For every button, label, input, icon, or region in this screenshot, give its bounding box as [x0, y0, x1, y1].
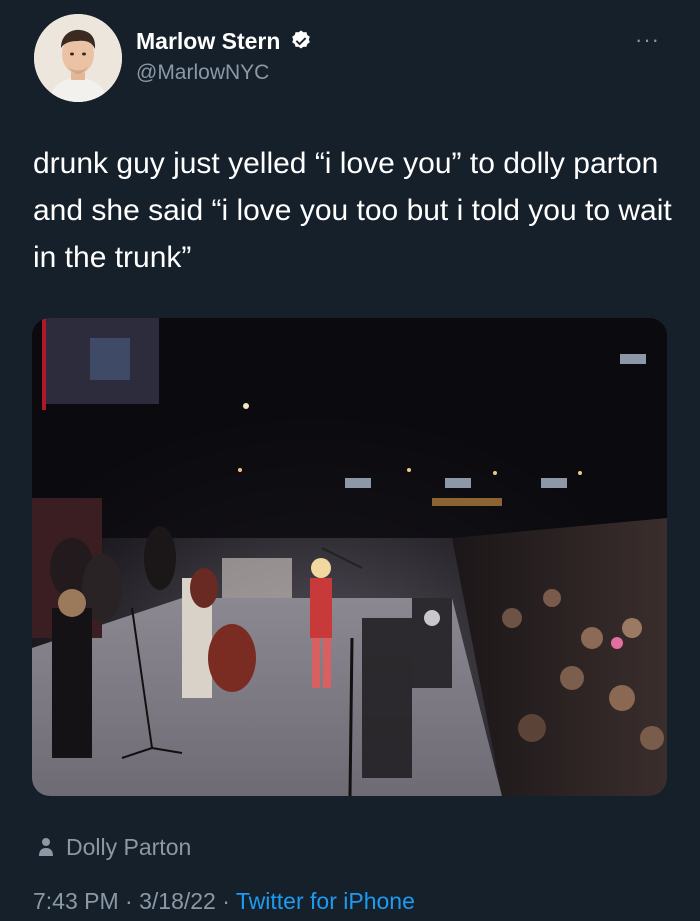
tagged-person-name[interactable]: Dolly Parton — [66, 834, 191, 861]
display-name[interactable]: Marlow Stern — [136, 26, 280, 56]
tweet-source-link[interactable]: Twitter for iPhone — [236, 888, 415, 914]
tweet-photo[interactable] — [32, 318, 667, 796]
meta-separator: · — [125, 888, 133, 914]
avatar[interactable] — [34, 14, 122, 102]
meta-separator: · — [222, 888, 230, 914]
tweet-time[interactable]: 7:43 PM — [33, 888, 119, 914]
person-icon — [39, 838, 53, 856]
tweet-meta: 7:43 PM · 3/18/22 · Twitter for iPhone — [33, 884, 415, 918]
handle[interactable]: @MarlowNYC — [136, 58, 313, 88]
tweet-text: drunk guy just yelled “i love you” to do… — [33, 147, 672, 274]
more-icon[interactable]: ··· — [635, 29, 660, 51]
tweet-card: Marlow Stern @MarlowNYC ··· drunk guy ju… — [0, 0, 700, 921]
author-block: Marlow Stern @MarlowNYC — [136, 26, 313, 88]
verified-badge-icon — [292, 30, 310, 49]
avatar-image — [34, 14, 122, 102]
tweet-date[interactable]: 3/18/22 — [139, 888, 216, 914]
concert-photo — [32, 318, 667, 796]
media-tag[interactable]: Dolly Parton — [38, 832, 191, 862]
tweet-header: Marlow Stern @MarlowNYC ··· — [30, 12, 670, 104]
